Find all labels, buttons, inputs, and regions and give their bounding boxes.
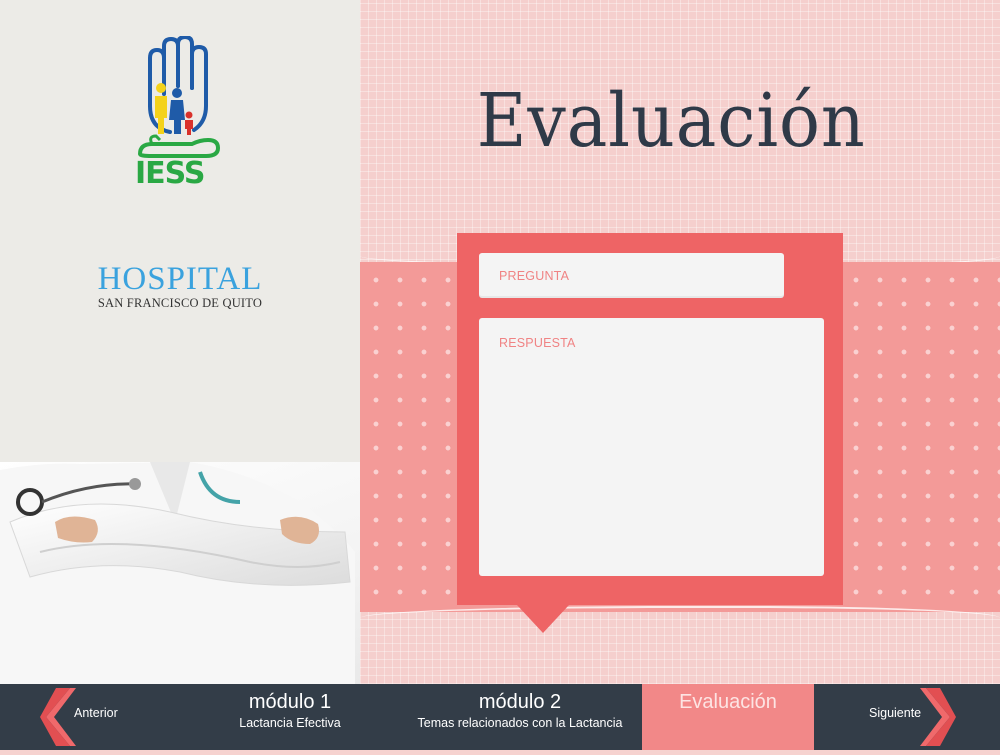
next-label[interactable]: Siguiente — [869, 706, 921, 720]
answer-field[interactable]: RESPUESTA — [479, 318, 824, 576]
next-button[interactable] — [920, 684, 956, 750]
chevron-right-icon — [920, 688, 956, 746]
module-2-title: módulo 2 — [478, 691, 562, 713]
content-panel: Evaluación PREGUNTA RESPUESTA — [360, 0, 1000, 684]
previous-label[interactable]: Anterior — [74, 706, 118, 720]
tab-module-1[interactable]: módulo 1 Lactancia Efectiva — [230, 684, 350, 750]
bottom-navigation: Anterior módulo 1 Lactancia Efectiva mód… — [0, 684, 1000, 750]
module-1-subtitle: Lactancia Efectiva — [239, 716, 341, 730]
question-label: PREGUNTA — [499, 269, 570, 283]
doctor-illustration — [0, 462, 355, 684]
module-2-subtitle: Temas relacionados con la Lactancia — [417, 716, 623, 730]
hand-family-icon — [137, 35, 221, 158]
answer-label: RESPUESTA — [499, 336, 576, 350]
hospital-name: HOSPITAL — [97, 261, 263, 297]
module-1-title: módulo 1 — [248, 691, 332, 713]
tab-evaluation[interactable]: Evaluación — [642, 684, 814, 750]
iess-logo-text: IESS — [135, 156, 206, 191]
page-title: Evaluación — [476, 78, 866, 164]
question-field[interactable]: PREGUNTA — [479, 253, 784, 298]
evaluation-tab-title: Evaluación — [679, 691, 777, 713]
card-pointer — [517, 605, 569, 633]
sidebar-panel: IESS HOSPITAL SAN FRANCISCO DE QUITO — [0, 0, 360, 684]
hospital-subtitle: SAN FRANCISCO DE QUITO — [97, 296, 263, 310]
doctor-photo — [0, 462, 360, 684]
chevron-left-icon — [40, 688, 76, 746]
previous-button[interactable] — [40, 684, 76, 750]
tab-module-2[interactable]: módulo 2 Temas relacionados con la Lacta… — [410, 684, 630, 750]
